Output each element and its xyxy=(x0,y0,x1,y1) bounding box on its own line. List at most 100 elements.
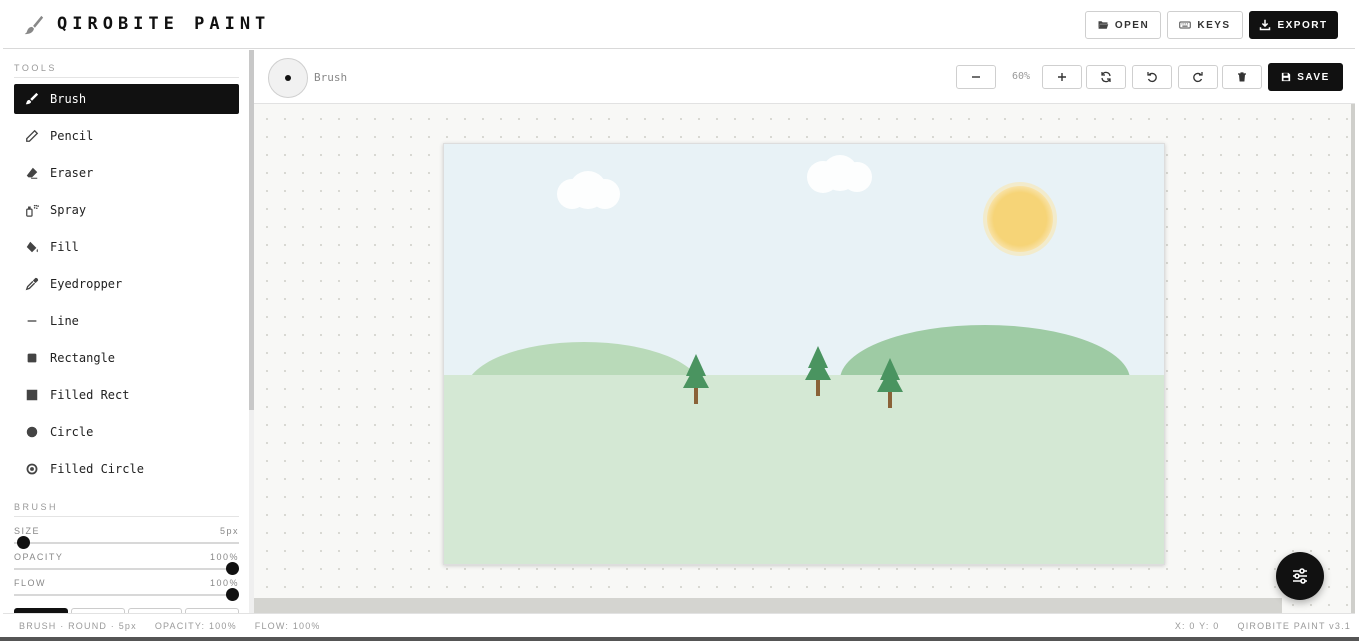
status-flow: FLOW: 100% xyxy=(254,621,321,631)
app-header: QIROBITE PAINT OPEN KEYS EXPORT xyxy=(3,2,1355,49)
floppy-disk-icon xyxy=(1282,72,1291,82)
tool-eyedropper[interactable]: Eyedropper xyxy=(14,269,239,299)
redo-icon xyxy=(1193,72,1203,83)
app-title: QIROBITE PAINT xyxy=(57,14,271,34)
sun xyxy=(987,186,1053,252)
ground xyxy=(444,375,1164,564)
size-value: 5px xyxy=(219,526,239,536)
eyedropper-icon xyxy=(25,277,39,291)
open-button-label: OPEN xyxy=(1114,19,1150,31)
opacity-slider-thumb[interactable] xyxy=(226,562,239,575)
tool-fill[interactable]: Fill xyxy=(14,232,239,262)
tool-label: Spray xyxy=(50,203,87,217)
zoom-in-button[interactable] xyxy=(1042,65,1082,89)
brush-icon xyxy=(25,92,39,106)
status-brush: BRUSH · ROUND · 5px xyxy=(19,621,137,631)
canvas-artwork xyxy=(444,144,1164,564)
tools-section-title: TOOLS xyxy=(14,63,57,73)
tool-label: Filled Circle xyxy=(50,462,144,476)
open-button[interactable]: OPEN xyxy=(1085,11,1161,39)
save-button[interactable]: SAVE xyxy=(1268,63,1343,91)
fill-bucket-icon xyxy=(25,240,39,254)
brush-dot xyxy=(285,75,291,81)
tool-label: Eyedropper xyxy=(50,277,123,291)
export-button-label: EXPORT xyxy=(1277,19,1328,31)
plus-icon xyxy=(1058,73,1066,81)
paintbrush-logo-icon xyxy=(24,15,44,35)
opacity-slider-label-row: OPACITY 100% xyxy=(14,552,239,562)
canvas-workspace: Brush 60% SAVE xyxy=(254,50,1355,613)
settings-fab[interactable] xyxy=(1276,552,1324,600)
reset-view-button[interactable] xyxy=(1086,65,1126,89)
tool-sidebar: TOOLS Brush Pencil Eraser Spray Fill Eyedropp… xyxy=(3,50,249,613)
opacity-slider[interactable] xyxy=(14,568,239,570)
tool-label: Fill xyxy=(50,240,79,254)
keyboard-icon xyxy=(1179,21,1192,29)
eraser-icon xyxy=(25,166,39,180)
brush-name: Brush xyxy=(314,71,348,84)
window-frame-edge xyxy=(0,637,1359,641)
tool-label: Brush xyxy=(50,92,87,106)
brush-section-title: BRUSH xyxy=(14,502,59,512)
status-bar: BRUSH · ROUND · 5px OPACITY: 100% FLOW: … xyxy=(3,613,1355,637)
canvas-toolbar: Brush 60% SAVE xyxy=(254,50,1355,104)
cursor-coordinates: X: 0 Y: 0 xyxy=(1174,621,1220,631)
workspace-vertical-scrollbar[interactable] xyxy=(1351,104,1355,613)
tool-rectangle[interactable]: Rectangle xyxy=(14,343,239,373)
size-label: SIZE xyxy=(14,526,41,536)
rectangle-icon xyxy=(25,351,39,365)
spray-icon xyxy=(25,203,39,217)
refresh-icon xyxy=(1101,71,1111,83)
flow-label: FLOW xyxy=(14,578,46,588)
flow-slider-label-row: FLOW 100% xyxy=(14,578,239,588)
size-slider-label-row: SIZE 5px xyxy=(14,526,239,536)
drawing-canvas[interactable] xyxy=(443,143,1165,565)
zoom-level: 60% xyxy=(1011,71,1031,82)
status-opacity: OPACITY: 100% xyxy=(154,621,237,631)
keys-button-label: KEYS xyxy=(1197,19,1231,31)
app-version: QIROBITE PAINT v3.1 xyxy=(1237,621,1351,631)
keys-button[interactable]: KEYS xyxy=(1167,11,1243,39)
trash-icon xyxy=(1238,72,1246,82)
flow-slider-thumb[interactable] xyxy=(226,588,239,601)
tool-filled-rect[interactable]: Filled Rect xyxy=(14,380,239,410)
tool-label: Rectangle xyxy=(50,351,116,365)
undo-button[interactable] xyxy=(1132,65,1172,89)
tool-label: Filled Rect xyxy=(50,388,130,402)
brush-preview[interactable] xyxy=(268,58,308,98)
tool-line[interactable]: Line xyxy=(14,306,239,336)
tool-brush[interactable]: Brush xyxy=(14,84,239,114)
workspace-horizontal-scrollbar[interactable] xyxy=(254,598,1282,613)
divider xyxy=(14,77,239,78)
zoom-out-button[interactable] xyxy=(956,65,996,89)
tool-label: Eraser xyxy=(50,166,94,180)
size-slider-thumb[interactable] xyxy=(17,536,30,549)
tool-pencil[interactable]: Pencil xyxy=(14,121,239,151)
tool-label: Circle xyxy=(50,425,94,439)
download-icon xyxy=(1260,19,1271,31)
undo-icon xyxy=(1147,72,1157,83)
filled-circle-icon xyxy=(25,462,39,476)
flow-slider[interactable] xyxy=(14,594,239,596)
divider xyxy=(14,516,239,517)
flow-value: 100% xyxy=(209,578,239,588)
redo-button[interactable] xyxy=(1178,65,1218,89)
save-button-label: SAVE xyxy=(1297,71,1330,83)
opacity-label: OPACITY xyxy=(14,552,64,562)
app-window: QIROBITE PAINT OPEN KEYS EXPORT TOOLS Br… xyxy=(3,2,1355,637)
tool-circle[interactable]: Circle xyxy=(14,417,239,447)
export-button[interactable]: EXPORT xyxy=(1249,11,1338,39)
tool-eraser[interactable]: Eraser xyxy=(14,158,239,188)
line-icon xyxy=(25,314,39,328)
opacity-value: 100% xyxy=(209,552,239,562)
tool-spray[interactable]: Spray xyxy=(14,195,239,225)
tool-label: Pencil xyxy=(50,129,94,143)
pencil-icon xyxy=(25,129,39,143)
minus-icon xyxy=(972,76,980,78)
filled-rect-icon xyxy=(25,388,39,402)
size-slider[interactable] xyxy=(14,542,239,544)
tool-label: Line xyxy=(50,314,79,328)
clear-canvas-button[interactable] xyxy=(1222,65,1262,89)
tool-filled-circle[interactable]: Filled Circle xyxy=(14,454,239,484)
sliders-icon xyxy=(1293,568,1307,584)
